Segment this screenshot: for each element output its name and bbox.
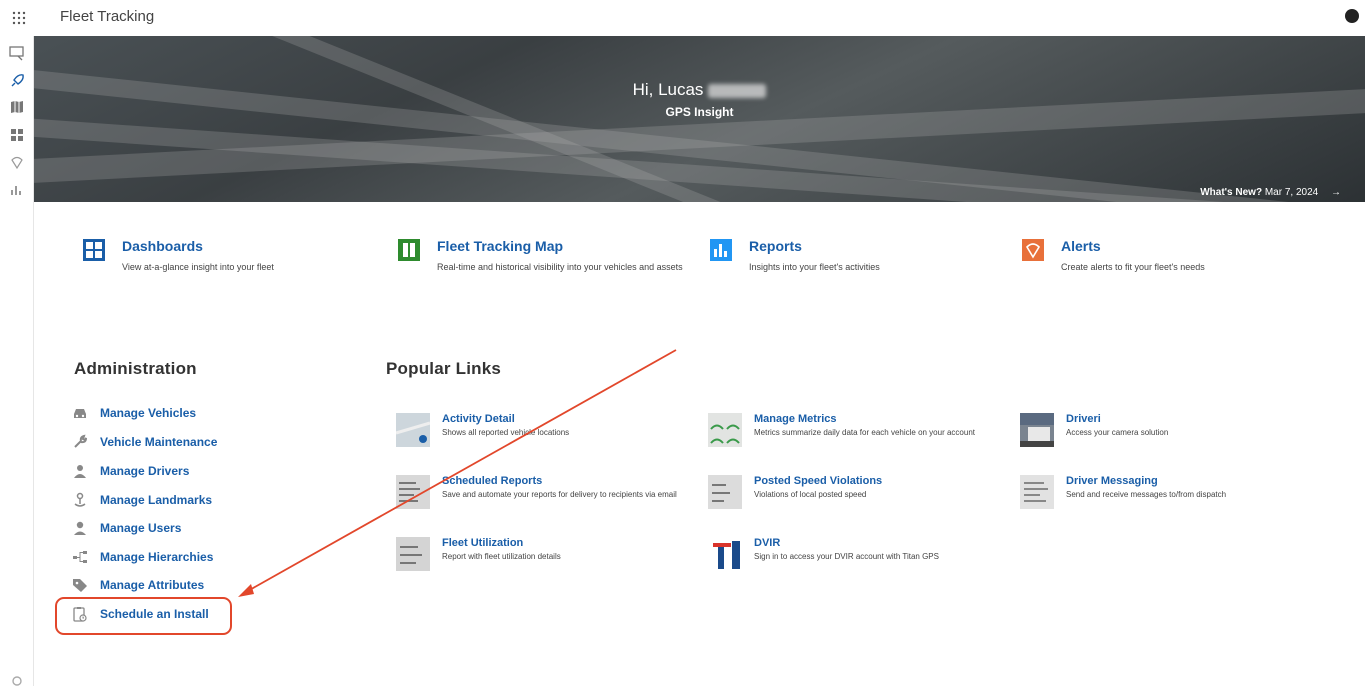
admin-link-manage-vehicles[interactable]: Manage Vehicles [72,404,232,422]
greeting: Hi, Lucas [34,80,1365,100]
landmark-icon [74,492,86,507]
admin-link-manage-attributes[interactable]: Manage Attributes [72,576,232,594]
activity-detail-thumbnail [396,413,430,447]
link-title: Driveri [1066,413,1101,425]
admin-link-label: Manage Attributes [100,578,205,592]
whats-new-label: What's New? [1200,187,1263,198]
card-reports[interactable]: Reports Insights into your fleet's activ… [709,238,1009,298]
link-title: Activity Detail [442,413,515,425]
arrow-right-icon: → [1331,187,1341,198]
card-alerts[interactable]: Alerts Create alerts to fit your fleet's… [1021,238,1321,298]
map-icon [398,239,420,261]
driver-messaging-thumbnail [1020,475,1054,509]
link-description: Access your camera solution [1066,428,1169,437]
popular-link-driveri[interactable]: Driveri Access your camera solution [1020,413,1320,449]
card-title: Fleet Tracking Map [437,238,564,254]
user-avatar-icon[interactable] [1345,9,1359,23]
admin-link-label: Manage Vehicles [100,406,197,420]
hierarchy-icon [73,551,87,563]
hero-banner: Hi, Lucas GPS Insight What's New? Mar 7,… [34,36,1365,202]
reports-icon [710,239,732,261]
popular-links-title: Popular Links [386,359,502,378]
greeting-text: Hi, Lucas [632,80,704,99]
card-title: Dashboards [122,238,203,254]
popular-link-scheduled-reports[interactable]: Scheduled Reports Save and automate your… [396,475,696,511]
posted-speed-violations-thumbnail [708,475,742,509]
popular-link-manage-metrics[interactable]: Manage Metrics Metrics summarize daily d… [708,413,1008,449]
admin-link-manage-users[interactable]: Manage Users [72,519,232,537]
admin-link-label: Vehicle Maintenance [100,435,218,449]
admin-link-label: Manage Hierarchies [100,550,214,564]
scheduled-reports-thumbnail [396,475,430,509]
admin-link-manage-landmarks[interactable]: Manage Landmarks [72,491,232,509]
monitor-icon[interactable] [8,44,26,62]
link-title: DVIR [754,537,781,549]
link-description: Save and automate your reports for deliv… [442,490,677,499]
popular-link-fleet-utilization[interactable]: Fleet Utilization Report with fleet util… [396,537,696,573]
left-nav-rail [0,36,34,686]
card-description: Create alerts to fit your fleet's needs [1061,262,1205,272]
administration-title: Administration [74,359,197,378]
whats-new-link[interactable]: What's New? Mar 7, 2024 → [1200,187,1341,198]
rocket-icon[interactable] [8,72,26,90]
card-title: Alerts [1061,238,1101,254]
user-icon [74,521,86,535]
card-title: Reports [749,238,802,254]
link-description: Send and receive messages to/from dispat… [1066,490,1227,499]
dvir-thumbnail [708,537,742,571]
alerts-icon [1022,239,1044,261]
popular-link-dvir[interactable]: DVIR Sign in to access your DVIR account… [708,537,1008,573]
settings-icon[interactable] [8,672,26,690]
admin-link-manage-drivers[interactable]: Manage Drivers [72,462,232,480]
reports-icon[interactable] [8,180,26,198]
app-launcher-icon[interactable] [10,9,28,27]
card-dashboards[interactable]: Dashboards View at-a-glance insight into… [82,238,382,298]
link-description: Sign in to access your DVIR account with… [754,552,939,561]
link-description: Shows all reported vehicle locations [442,428,570,437]
card-description: Real-time and historical visibility into… [437,262,683,272]
redacted-name [708,83,767,98]
wrench-icon [74,434,87,448]
admin-link-label: Manage Users [100,521,182,535]
dashboard-icon[interactable] [8,126,26,144]
link-title: Fleet Utilization [442,537,524,549]
popular-link-driver-messaging[interactable]: Driver Messaging Send and receive messag… [1020,475,1320,511]
card-fleet-tracking-map[interactable]: Fleet Tracking Map Real-time and histori… [397,238,697,298]
admin-link-vehicle-maintenance[interactable]: Vehicle Maintenance [72,433,232,451]
link-title: Manage Metrics [754,413,837,425]
popular-link-activity-detail[interactable]: Activity Detail Shows all reported vehic… [396,413,696,449]
driveri-thumbnail [1020,413,1054,447]
annotation-highlight-box [55,597,232,635]
link-title: Posted Speed Violations [754,475,883,487]
admin-link-label: Manage Landmarks [100,493,213,507]
link-description: Metrics summarize daily data for each ve… [754,428,975,437]
card-description: View at-a-glance insight into your fleet [122,262,274,272]
link-title: Driver Messaging [1066,475,1158,487]
top-bar: Fleet Tracking [0,0,1365,36]
manage-metrics-thumbnail [708,413,742,447]
driver-icon [74,465,86,478]
link-description: Report with fleet utilization details [442,552,561,561]
app-title: Fleet Tracking [60,8,155,25]
whats-new-date: Mar 7, 2024 [1264,187,1319,198]
link-title: Scheduled Reports [442,475,543,487]
map-icon[interactable] [8,98,26,116]
car-icon [74,409,86,418]
link-description: Violations of local posted speed [754,490,867,499]
dashboard-icon [83,239,105,261]
company-name: GPS Insight [665,105,734,119]
admin-link-manage-hierarchies[interactable]: Manage Hierarchies [72,548,232,566]
admin-link-label: Manage Drivers [100,464,190,478]
popular-link-posted-speed-violations[interactable]: Posted Speed Violations Violations of lo… [708,475,1008,511]
card-description: Insights into your fleet's activities [749,262,880,272]
alert-icon[interactable] [8,154,26,172]
tag-icon [73,579,87,592]
fleet-utilization-thumbnail [396,537,430,571]
